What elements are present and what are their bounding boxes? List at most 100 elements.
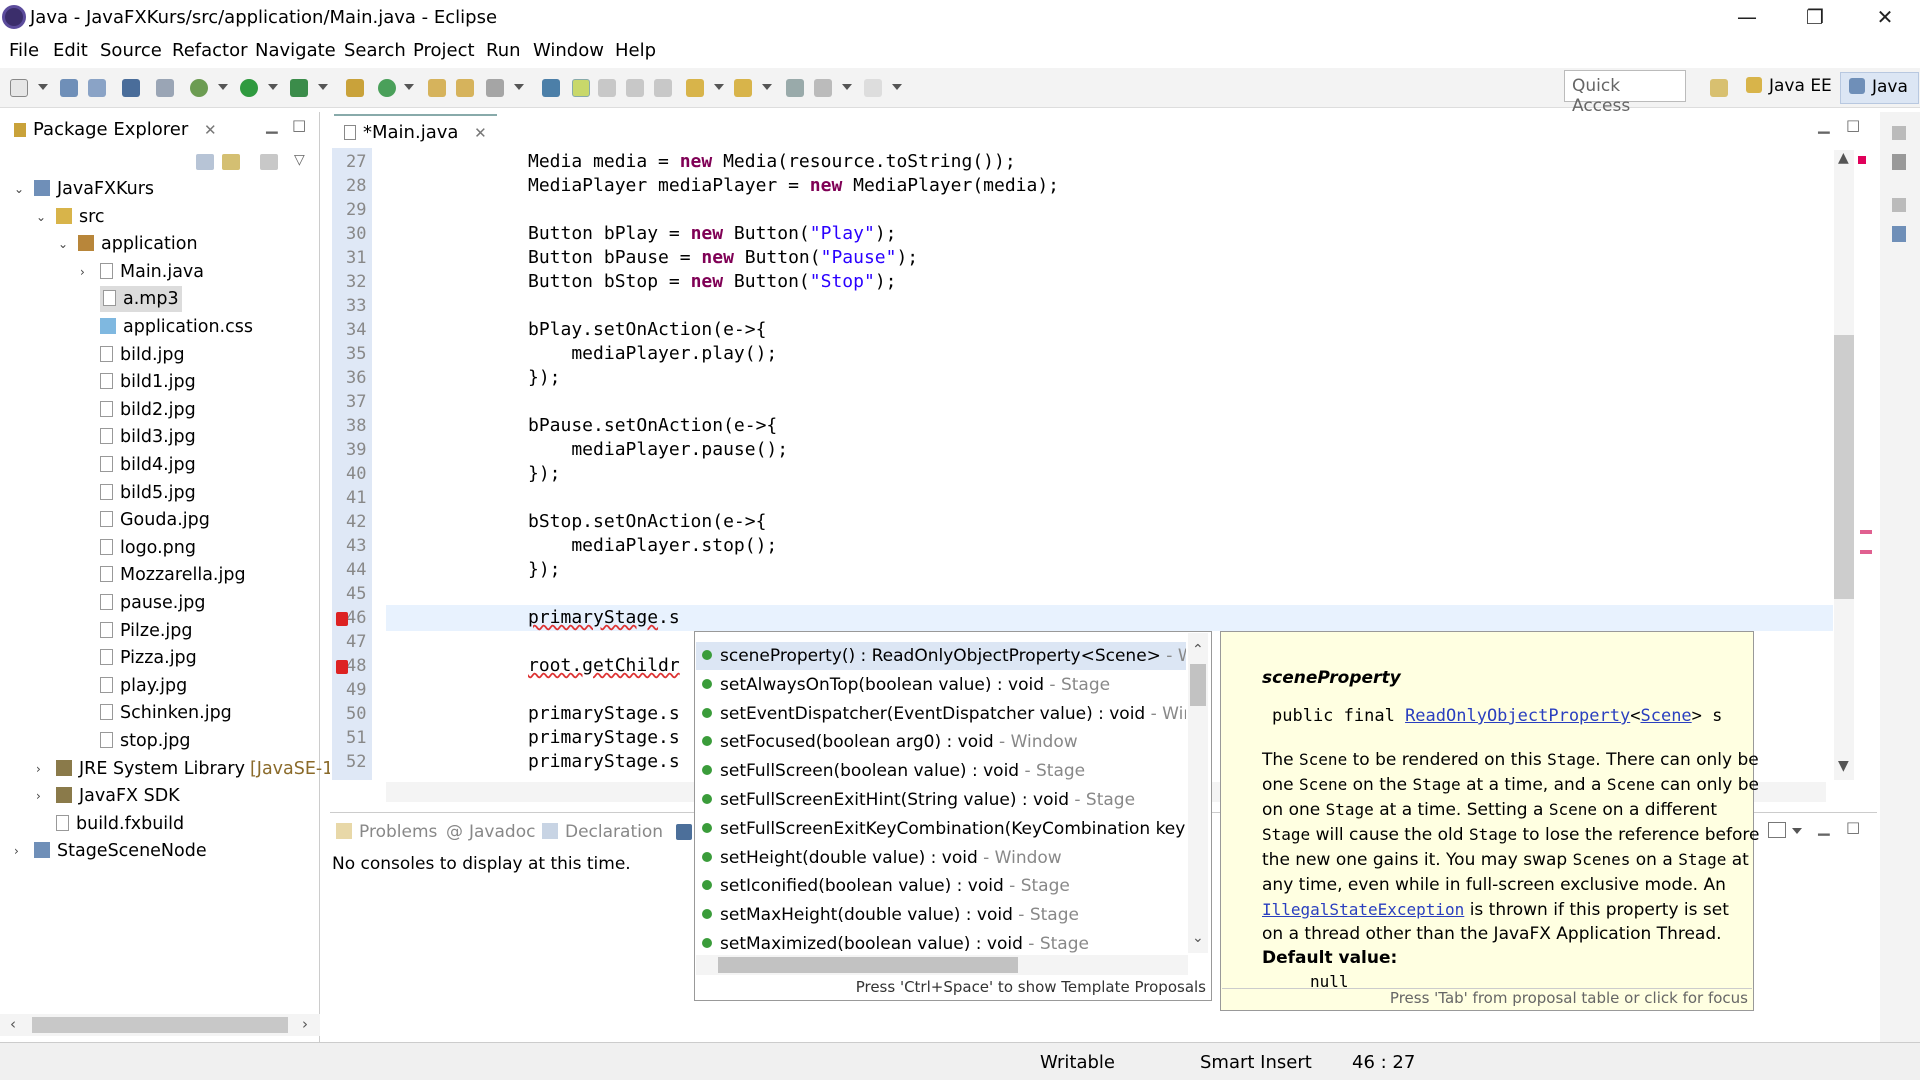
tree-item-pizza-jpg[interactable]: Pizza.jpg (100, 645, 197, 671)
restore-button[interactable]: ❐ (1780, 0, 1850, 36)
collapse-icon[interactable]: ⌄ (58, 237, 68, 251)
proposal-item[interactable]: setEventDispatcher(EventDispatcher value… (702, 700, 1186, 728)
tree-item-stop-jpg[interactable]: stop.jpg (100, 728, 190, 754)
code-line-43[interactable]: mediaPlayer.stop(); (528, 534, 777, 558)
tree-item-pilze-jpg[interactable]: Pilze.jpg (100, 618, 193, 644)
focus-on-task-icon[interactable] (260, 154, 278, 170)
package-explorer-tab[interactable]: Package Explorer ✕ (4, 114, 225, 144)
collapse-icon[interactable]: ⌄ (14, 182, 24, 196)
tree-item-mozzarella-jpg[interactable]: Mozzarella.jpg (100, 562, 246, 588)
terminal-icon[interactable] (122, 79, 140, 97)
forward-icon[interactable] (864, 79, 882, 97)
menu-file[interactable]: File (9, 40, 39, 61)
expand-icon[interactable]: › (14, 844, 19, 858)
code-line-42[interactable]: bStop.setOnAction(e->{ (528, 510, 766, 534)
tree-item-jre-system-library[interactable]: JRE System Library [JavaSE-1.8 (56, 756, 350, 782)
link-with-editor-icon[interactable] (222, 154, 240, 170)
quick-access-input[interactable]: Quick Access (1564, 70, 1686, 116)
new-java-package-icon[interactable] (346, 79, 364, 97)
external-tools-dropdown-icon[interactable] (318, 84, 328, 90)
scroll-left-icon[interactable]: ‹ (10, 1015, 16, 1033)
save-icon[interactable] (60, 79, 78, 97)
task-list-icon[interactable] (1892, 154, 1906, 170)
scroll-up-icon[interactable]: ⌃ (1192, 642, 1204, 658)
open-console-icon[interactable] (1768, 822, 1786, 838)
pkg-scroll-thumb[interactable] (32, 1017, 288, 1033)
tree-item-main-java[interactable]: Main.java (100, 259, 204, 285)
tree-item-javafx-sdk[interactable]: JavaFX SDK (56, 783, 180, 809)
illegalstateexception-link[interactable]: IllegalStateException (1262, 900, 1464, 919)
back-icon[interactable] (814, 79, 832, 97)
show-whitespace-icon[interactable] (654, 79, 672, 97)
new-dropdown-icon[interactable] (38, 84, 48, 90)
open-perspective-icon[interactable] (1710, 79, 1728, 97)
restore-icon[interactable] (1892, 126, 1906, 140)
proposal-hscroll-thumb[interactable] (718, 957, 1018, 973)
menu-edit[interactable]: Edit (53, 40, 88, 61)
code-line-39[interactable]: mediaPlayer.pause(); (528, 438, 788, 462)
new-icon[interactable] (10, 79, 28, 97)
code-line-30[interactable]: Button bPlay = new Button("Play"); (528, 222, 897, 246)
code-line-46[interactable]: primaryStage.s (528, 606, 680, 630)
code-line-48[interactable]: root.getChildr (528, 654, 680, 678)
expand-icon[interactable]: › (36, 789, 41, 803)
tree-item-application-css[interactable]: application.css (100, 314, 253, 340)
scroll-right-icon[interactable]: › (302, 1015, 308, 1033)
code-line-34[interactable]: bPlay.setOnAction(e->{ (528, 318, 766, 342)
tree-item-bild4-jpg[interactable]: bild4.jpg (100, 452, 196, 478)
proposal-item[interactable]: setMaxHeight(double value) : void - Stag… (702, 901, 1186, 929)
tab-javadoc[interactable]: @ Javadoc (446, 822, 535, 842)
scroll-up-icon[interactable]: ▲ (1838, 150, 1849, 166)
tree-item-bild2-jpg[interactable]: bild2.jpg (100, 397, 196, 423)
back-dropdown-icon[interactable] (842, 84, 852, 90)
save-all-icon[interactable] (88, 79, 106, 97)
proposal-item[interactable]: sceneProperty() : ReadOnlyObjectProperty… (702, 642, 1186, 670)
console-dropdown-icon[interactable] (1792, 828, 1802, 834)
view-menu-icon[interactable]: ▽ (294, 152, 305, 168)
tree-item-build-fxbuild[interactable]: build.fxbuild (56, 811, 184, 837)
next-annotation-dropdown-icon[interactable] (714, 84, 724, 90)
proposal-scroll-thumb[interactable] (1190, 664, 1206, 706)
mark-occurrences-icon[interactable] (572, 79, 590, 97)
close-tab-icon[interactable]: ✕ (204, 121, 217, 139)
code-line-38[interactable]: bPause.setOnAction(e->{ (528, 414, 777, 438)
previous-annotation-icon[interactable] (734, 79, 752, 97)
code-line-44[interactable]: }); (528, 558, 561, 582)
new-java-class-icon[interactable] (378, 79, 396, 97)
collapse-icon[interactable]: ⌄ (36, 210, 46, 224)
tree-item-logo-png[interactable]: logo.png (100, 535, 196, 561)
proposal-item[interactable]: setFullScreen(boolean value) : void - St… (702, 757, 1186, 785)
search-dropdown-icon[interactable] (514, 84, 524, 90)
expand-icon[interactable]: › (36, 762, 41, 776)
maximize-console-icon[interactable]: □ (1846, 818, 1860, 836)
menu-run[interactable]: Run (486, 40, 521, 61)
tree-item-stagescenenode[interactable]: StageSceneNode (34, 838, 207, 864)
last-edit-location-icon[interactable] (786, 79, 804, 97)
tree-item-bild3-jpg[interactable]: bild3.jpg (100, 424, 196, 450)
error-marker-icon[interactable] (336, 612, 348, 626)
menu-project[interactable]: Project (413, 40, 475, 61)
minimize-button[interactable]: — (1712, 0, 1782, 36)
scroll-down-icon[interactable]: ⌄ (1192, 930, 1204, 946)
overview-error-mark[interactable] (1860, 550, 1872, 554)
minimize-view-icon[interactable]: ▁ (266, 116, 278, 134)
tree-item-src[interactable]: src (56, 204, 105, 230)
close-editor-tab-icon[interactable]: ✕ (474, 124, 487, 142)
word-wrap-icon[interactable] (598, 79, 616, 97)
proposal-item[interactable]: setAlwaysOnTop(boolean value) : void - S… (702, 671, 1186, 699)
overview-error-mark[interactable] (1858, 156, 1866, 164)
outline-icon[interactable] (1892, 226, 1906, 242)
console-icon[interactable] (676, 824, 692, 840)
proposal-item[interactable]: setHeight(double value) : void - Window (702, 844, 1186, 872)
pkg-horizontal-scrollbar[interactable]: ‹ › (0, 1014, 320, 1036)
menu-window[interactable]: Window (533, 40, 604, 61)
editor-tab-main-java[interactable]: *Main.java ✕ (334, 114, 497, 146)
external-tools-icon[interactable] (290, 79, 308, 97)
menu-help[interactable]: Help (615, 40, 656, 61)
minimize-editor-icon[interactable]: ▁ (1818, 116, 1830, 134)
code-line-52[interactable]: primaryStage.s (528, 750, 680, 774)
tree-item-bild1-jpg[interactable]: bild1.jpg (100, 369, 196, 395)
editor-scroll-thumb[interactable] (1834, 335, 1854, 599)
menu-navigate[interactable]: Navigate (255, 40, 336, 61)
next-annotation-icon[interactable] (686, 79, 704, 97)
